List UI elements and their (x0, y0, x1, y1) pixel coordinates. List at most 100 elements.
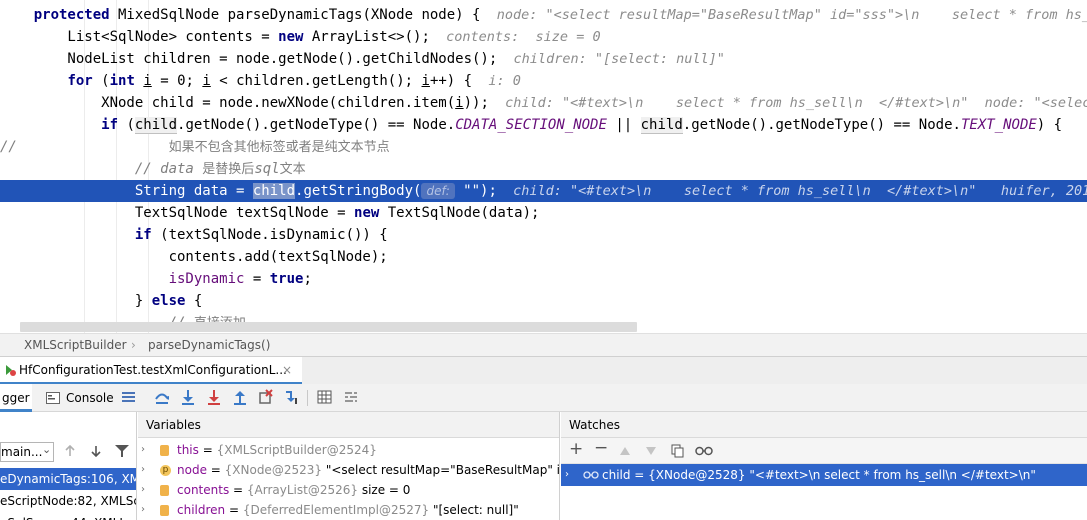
code-token: isDynamic (168, 271, 245, 287)
variable-name: this (177, 443, 199, 457)
code-token: sql (254, 161, 280, 177)
code-line[interactable]: if (textSqlNode.isDynamic()) { (0, 224, 1087, 246)
code-line[interactable]: for (int i = 0; i < children.getLength()… (0, 70, 1087, 92)
code-token: ; (185, 73, 203, 89)
variable-row[interactable]: › p node = {XNode@2523} "<select resultMap… (138, 460, 559, 480)
variable-ref: {XMLScriptBuilder@2524} (216, 443, 377, 457)
variable-text: this = {XMLScriptBuilder@2524} (177, 440, 377, 460)
move-down-icon[interactable] (645, 446, 657, 456)
code-token: true (269, 271, 304, 287)
parameter-hint: def: (421, 183, 455, 199)
remove-watch-icon[interactable]: − (594, 438, 608, 458)
step-over-icon[interactable] (153, 388, 171, 406)
code-line[interactable]: XNode child = node.newXNode(children.ite… (0, 92, 1087, 114)
code-token: i (202, 73, 211, 89)
force-step-into-icon[interactable] (205, 388, 223, 406)
code-token: MixedSqlNode parseDynamicTags(XNode node… (109, 7, 481, 23)
code-token: child (252, 183, 296, 199)
variable-row[interactable]: › children = {DeferredElementImpl@2527} "… (138, 500, 559, 520)
code-line[interactable]: NodeList children = node.getNode().getCh… (0, 48, 1087, 70)
variables-pane: Variables › this = {XMLScriptBuilder@2524… (138, 412, 560, 520)
tab-debugger[interactable]: gger (0, 384, 32, 412)
expand-arrow-icon[interactable]: › (565, 464, 569, 486)
breadcrumb-item-class[interactable]: XMLScriptBuilder (24, 334, 127, 356)
code-token: // data (134, 161, 203, 177)
code-token: TextSqlNode(data); (379, 205, 540, 221)
horizontal-scrollbar[interactable] (20, 322, 637, 332)
tab-debug-session[interactable]: HfConfigurationTest.testXmlConfiguration… (0, 357, 302, 385)
expand-arrow-icon[interactable]: › (141, 480, 145, 500)
expand-arrow-icon[interactable]: › (141, 440, 145, 460)
glasses-icon[interactable] (695, 445, 713, 457)
watch-row[interactable]: › child = {XNode@2528} "<#text>\n select… (561, 464, 1087, 486)
evaluate-icon[interactable] (316, 388, 334, 406)
add-watch-icon[interactable]: + (569, 439, 583, 459)
code-line[interactable]: // 如果不包含其他标签或者是纯文本节点 (0, 136, 1087, 158)
step-out-icon[interactable] (231, 388, 249, 406)
code-line[interactable]: // data 是替换后sql文本 (0, 158, 1087, 180)
debug-tab-strip: HfConfigurationTest.testXmlConfiguration… (0, 356, 1087, 385)
code-editor[interactable]: protected MixedSqlNode parseDynamicTags(… (0, 0, 1087, 333)
code-token: int (109, 73, 135, 89)
code-token: 文本 (279, 162, 306, 177)
close-icon[interactable]: × (282, 357, 292, 383)
frame-row[interactable]: aSqlSource:44, XMLLa (0, 512, 136, 520)
breadcrumb-item-method[interactable]: parseDynamicTags() (148, 334, 270, 356)
arrow-up-icon[interactable] (64, 445, 76, 457)
code-line[interactable]: } else { (0, 290, 1087, 312)
code-token: ; (303, 271, 312, 287)
code-token: < children.getLength(); (210, 73, 422, 89)
drop-frame-icon[interactable] (257, 388, 275, 406)
code-token: new (354, 205, 380, 221)
code-token: )); (463, 95, 489, 111)
inline-debug-value: child: "<#text>\n select * from hs_sell\… (496, 183, 1087, 199)
variables-title: Variables (138, 412, 559, 438)
step-into-icon[interactable] (179, 388, 197, 406)
code-line[interactable]: TextSqlNode textSqlNode = new TextSqlNod… (0, 202, 1087, 224)
code-token: ""); (454, 183, 497, 199)
code-token: ) { (1036, 117, 1063, 133)
debugger-toolbar: gger Console (0, 384, 1087, 412)
watches-title: Watches (561, 412, 1087, 438)
chevron-down-icon: ⌄ (42, 443, 52, 456)
settings-icon[interactable] (342, 388, 360, 406)
code-token: = (244, 271, 270, 287)
arrow-down-icon[interactable] (90, 445, 102, 457)
code-line[interactable]: if (child.getNode().getNodeType() == Nod… (0, 114, 1087, 136)
code-token: ( (92, 73, 110, 89)
expand-arrow-icon[interactable]: › (141, 500, 145, 520)
variable-name: node (177, 463, 207, 477)
code-token: TEXT_NODE (960, 117, 1037, 133)
copy-icon[interactable] (671, 444, 685, 458)
inline-debug-value: contents: size = 0 (429, 29, 601, 45)
code-line[interactable]: isDynamic = true; (0, 268, 1087, 290)
code-line-current[interactable]: String data = child.getStringBody(def: "… (0, 180, 1087, 202)
expand-arrow-icon[interactable]: › (141, 460, 145, 480)
move-up-icon[interactable] (619, 446, 631, 456)
code-token: ( (118, 117, 135, 133)
code-line[interactable]: protected MixedSqlNode parseDynamicTags(… (0, 4, 1087, 26)
variable-rest: = (206, 463, 225, 477)
watch-expression: child = {XNode@2528} "<#text>\n select *… (602, 468, 1036, 482)
code-line[interactable]: contents.add(textSqlNode); (0, 246, 1087, 268)
code-token: TextSqlNode textSqlNode = (0, 205, 355, 221)
code-token: .getNode().getNodeType() == Node. (682, 117, 961, 133)
variable-ref: {ArrayList@2526} (246, 483, 358, 497)
filter-icon[interactable] (115, 445, 129, 457)
code-line[interactable]: List<SqlNode> contents = new ArrayList<>… (0, 26, 1087, 48)
code-token: NodeList children = node.getNode().getCh… (0, 51, 498, 67)
code-token: || (606, 117, 641, 133)
frame-row[interactable]: eScriptNode:82, XMLScr (0, 490, 136, 512)
field-icon (160, 485, 169, 496)
variable-row[interactable]: › contents = {ArrayList@2526} size = 0 (138, 480, 559, 500)
code-token: contents.add(textSqlNode); (0, 249, 388, 265)
lines-icon[interactable] (120, 388, 138, 406)
frame-row[interactable]: eDynamicTags:106, XML (0, 468, 136, 490)
run-to-cursor-icon[interactable] (283, 388, 301, 406)
variable-row[interactable]: › this = {XMLScriptBuilder@2524} (138, 440, 559, 460)
code-token: i (143, 73, 152, 89)
breadcrumb-separator: › (131, 338, 136, 352)
